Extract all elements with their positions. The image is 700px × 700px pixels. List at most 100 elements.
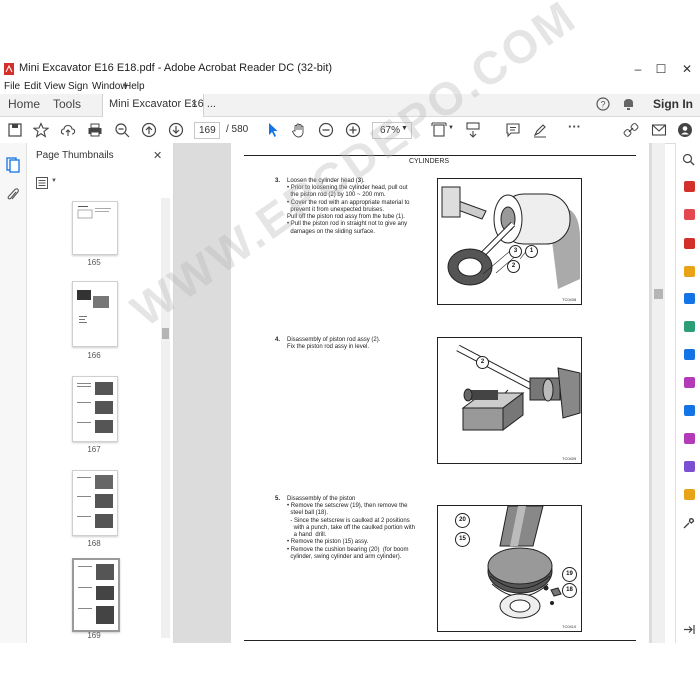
step-5-line: with a punch, take off the caulked porti… [287,524,415,531]
scan-ocr-icon[interactable] [684,349,695,360]
svg-text:?: ? [600,100,605,110]
collapse-panel-icon[interactable] [682,623,695,636]
previous-page-icon[interactable] [141,122,157,138]
thumbnail-page-166[interactable] [72,281,118,347]
cylinder-head-illustration [441,186,580,289]
step-5-line: • Remove the setscrew (19), then remove … [287,503,408,509]
document-scroll-thumb[interactable] [654,289,663,299]
step-5-line: - Since the setscrew is caulked at 2 pos… [287,517,410,524]
menu-edit[interactable]: Edit [24,81,41,92]
zoom-out-search-icon[interactable] [114,122,130,138]
page-number-input[interactable]: 169 [194,122,220,139]
minimize-button[interactable]: – [627,60,649,78]
menu-help[interactable]: Help [124,81,145,92]
cloud-upload-icon[interactable] [60,122,76,138]
thumbnail-label-169: 169 [87,631,101,640]
tab-tools[interactable]: Tools [53,97,81,111]
create-pdf-icon[interactable] [684,209,695,220]
step-5-line: cylinder, swing cylinder and arm cylinde… [287,554,402,561]
more-tools-wrench-icon[interactable] [682,517,695,530]
close-tab-button[interactable]: × [191,98,197,110]
figure-cylinder-head: 3 1 2 TC0408 [437,178,582,305]
right-tools-rail [675,143,700,643]
sign-in-button[interactable]: Sign In [653,97,693,111]
callout-18: 18 [562,583,577,598]
figure-code: TC0409 [562,456,577,461]
bell-icon[interactable] [622,97,635,111]
thumbnails-scroll-thumb[interactable] [162,328,169,339]
chevron-down-icon: ▼ [51,178,57,184]
header-rule [244,155,636,156]
tab-home[interactable]: Home [8,97,40,111]
share-link-icon[interactable] [623,122,639,138]
comment-icon[interactable] [505,122,521,138]
thumbnails-panel: Page Thumbnails ✕ ▼ 165 166 167 168 169 [27,143,174,643]
email-icon[interactable] [651,122,667,138]
thumbnail-166-preview [77,290,109,323]
callout-19: 19 [562,567,577,582]
combine-files-icon[interactable] [684,293,695,304]
thumbnail-options-button[interactable]: ▼ [36,177,58,191]
hand-tool-icon[interactable] [291,122,307,138]
callout-3: 3 [509,245,522,258]
step-5-line: • Remove the cushion bearing (20) (for b… [287,546,409,553]
thumbnail-167-preview [77,382,113,433]
piston-rod-illustration [456,344,581,431]
request-signature-icon[interactable] [684,461,695,472]
account-icon[interactable] [677,122,693,138]
callout-2: 2 [507,260,520,273]
send-comments-icon[interactable] [684,489,695,500]
search-icon[interactable] [682,153,695,166]
maximize-button[interactable]: ☐ [650,60,672,78]
export-pdf-icon[interactable] [684,181,695,192]
organize-pages-icon[interactable] [684,321,695,332]
highlight-pen-icon[interactable] [532,122,548,138]
step-5-instructions: • Remove the setscrew (19), then remove … [287,503,432,561]
page-total: / 580 [226,124,249,135]
attachment-icon[interactable] [6,187,20,203]
left-navigation-rail [0,143,27,643]
next-page-icon[interactable] [168,122,184,138]
document-scrollbar[interactable] [652,143,665,643]
figure-code: TC0408 [562,297,577,302]
thumbnail-options-icon [36,177,48,189]
save-icon[interactable] [7,122,23,138]
scroll-mode-icon[interactable] [465,122,481,138]
menu-bar: File Edit View Sign Window Help [0,80,700,94]
acrobat-icon [4,63,14,75]
pdf-page: CYLINDERS 3. Loosen the cylinder head (3… [122,0,649,643]
prepare-form-icon[interactable] [684,433,695,444]
star-icon[interactable] [33,122,49,138]
step-5-number: 5. [275,496,281,502]
print-icon[interactable] [87,122,103,138]
step-5-line: a hand drill. [287,532,327,539]
thumbnail-page-167[interactable] [72,376,118,442]
select-cursor-icon[interactable] [265,122,281,138]
thumbnail-label-167: 167 [87,445,101,454]
edit-pdf-icon[interactable] [684,238,695,249]
thumbnail-page-168[interactable] [72,470,118,536]
step-4-number: 4. [275,337,281,343]
tab-document[interactable]: Mini Excavator E16 ... × [102,94,216,117]
menu-sign[interactable]: Sign [68,81,88,92]
footer-rule [244,640,636,641]
step-4-instruction: Fix the piston rod assy in level. [287,344,370,350]
zoom-out-icon[interactable] [318,122,334,138]
menu-window[interactable]: Window [92,81,128,92]
menu-view[interactable]: View [44,81,66,92]
fill-sign-icon[interactable] [684,377,695,388]
page-thumbnails-icon[interactable] [6,157,20,173]
thumbnail-page-165[interactable] [72,201,118,255]
thumbnail-label-165: 165 [87,258,101,267]
thumbnail-165-preview [77,206,111,219]
more-tools-icon[interactable]: ··· [568,119,581,134]
comment-tool-icon[interactable] [684,266,695,277]
help-icon[interactable]: ? [596,97,610,111]
protect-icon[interactable] [684,405,695,416]
thumbnail-page-169-selected[interactable] [72,558,120,632]
callout-20: 20 [455,513,470,528]
menu-file[interactable]: File [4,81,20,92]
callout-2: 2 [476,356,489,369]
close-panel-button[interactable]: ✕ [153,149,162,162]
close-window-button[interactable]: ✕ [676,60,698,78]
